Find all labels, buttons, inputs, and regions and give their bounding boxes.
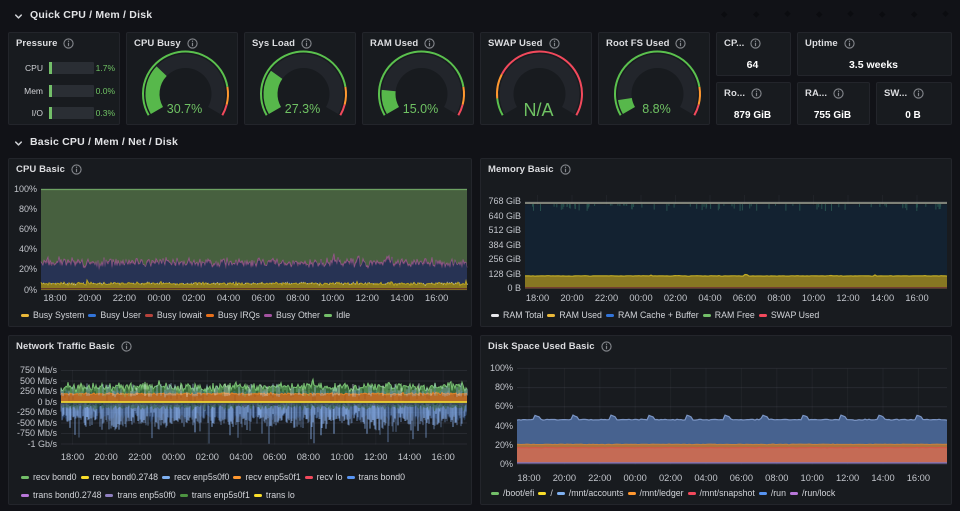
svg-text:8.8%: 8.8% [642,102,671,116]
svg-text:27.3%: 27.3% [285,102,320,116]
svg-text:N/A: N/A [523,100,553,120]
svg-text:30.7%: 30.7% [167,102,202,116]
svg-text:15.0%: 15.0% [403,102,438,116]
